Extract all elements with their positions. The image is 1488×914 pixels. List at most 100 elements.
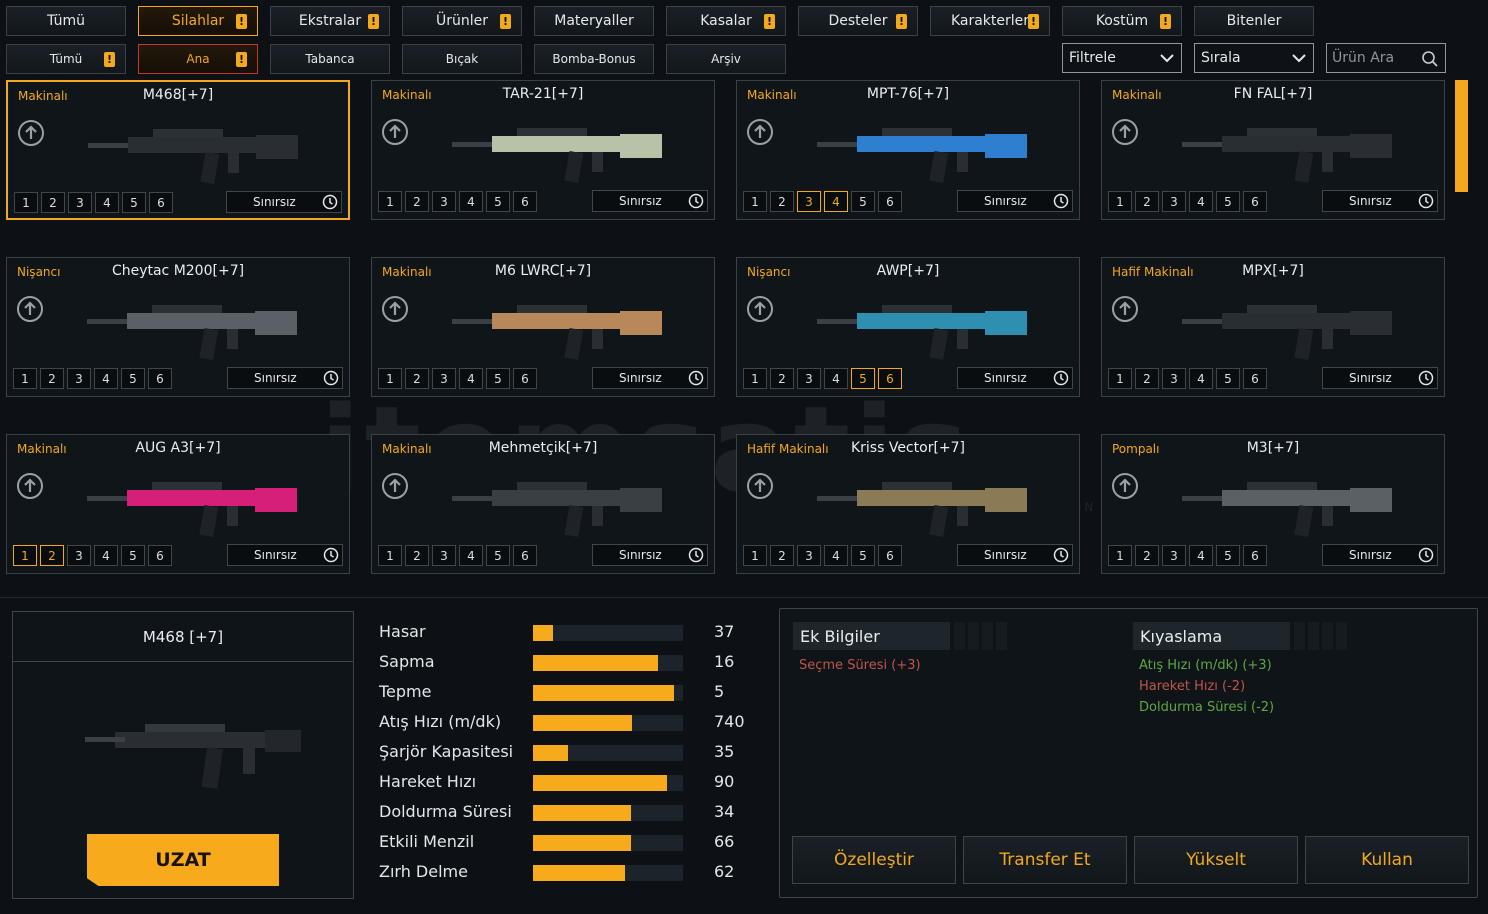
slot-1[interactable]: 1 [1108,545,1132,566]
slot-2[interactable]: 2 [40,545,64,566]
slot-5[interactable]: 5 [1216,545,1240,566]
search-input[interactable]: Ürün Ara [1326,43,1446,73]
slot-6[interactable]: 6 [149,192,173,213]
slot-2[interactable]: 2 [405,545,429,566]
upgrade-button[interactable]: Yükselt [1134,836,1298,884]
upgrade-arrow-icon[interactable] [1111,118,1139,146]
subtab-0[interactable]: Tümü! [6,44,126,74]
slot-2[interactable]: 2 [405,191,429,212]
upgrade-arrow-icon[interactable] [1111,295,1139,323]
subtab-2[interactable]: Tabanca [270,44,390,74]
tab-5[interactable]: Kasalar! [666,6,786,36]
slot-3[interactable]: 3 [1162,191,1186,212]
slot-5[interactable]: 5 [851,191,875,212]
slot-1[interactable]: 1 [13,545,37,566]
slot-4[interactable]: 4 [95,192,119,213]
slot-2[interactable]: 2 [41,192,65,213]
slot-3[interactable]: 3 [797,545,821,566]
slot-1[interactable]: 1 [1108,368,1132,389]
slot-4[interactable]: 4 [459,368,483,389]
slot-1[interactable]: 1 [743,191,767,212]
slot-5[interactable]: 5 [486,191,510,212]
slot-5[interactable]: 5 [486,545,510,566]
item-card[interactable]: Makinalı AUG A3[+7] 1 2 3 4 5 6 Sınırsız [6,434,350,574]
upgrade-arrow-icon[interactable] [381,472,409,500]
upgrade-arrow-icon[interactable] [746,295,774,323]
slot-3[interactable]: 3 [68,192,92,213]
scrollbar-thumb[interactable] [1455,80,1468,192]
tab-7[interactable]: Karakterler! [930,6,1050,36]
slot-6[interactable]: 6 [1243,368,1267,389]
slot-5[interactable]: 5 [122,192,146,213]
slot-1[interactable]: 1 [743,368,767,389]
slot-6[interactable]: 6 [148,545,172,566]
slot-1[interactable]: 1 [378,368,402,389]
slot-3[interactable]: 3 [797,368,821,389]
subtab-1[interactable]: Ana! [138,44,258,74]
subtab-5[interactable]: Arşiv [666,44,786,74]
slot-5[interactable]: 5 [121,545,145,566]
customize-button[interactable]: Özelleştir [792,836,956,884]
slot-2[interactable]: 2 [1135,191,1159,212]
upgrade-arrow-icon[interactable] [381,295,409,323]
slot-3[interactable]: 3 [67,368,91,389]
slot-5[interactable]: 5 [1216,368,1240,389]
slot-5[interactable]: 5 [851,368,875,389]
item-card[interactable]: Makinalı M468[+7] 1 2 3 4 5 6 Sınırsız [6,80,350,220]
item-card[interactable]: Pompalı M3[+7] 1 2 3 4 5 6 Sınırsız [1101,434,1445,574]
slot-4[interactable]: 4 [1189,191,1213,212]
item-card[interactable]: Makinalı M6 LWRC[+7] 1 2 3 4 5 6 Sınırsız [371,257,715,397]
slot-3[interactable]: 3 [432,545,456,566]
use-button[interactable]: Kullan [1305,836,1469,884]
slot-4[interactable]: 4 [459,191,483,212]
subtab-4[interactable]: Bomba-Bonus [534,44,654,74]
slot-2[interactable]: 2 [770,191,794,212]
item-card[interactable]: Hafif Makinalı Kriss Vector[+7] 1 2 3 4 5 6 Sını… [736,434,1080,574]
upgrade-arrow-icon[interactable] [746,118,774,146]
slot-4[interactable]: 4 [94,545,118,566]
slot-1[interactable]: 1 [378,545,402,566]
tab-9[interactable]: Bitenler [1194,6,1314,36]
slot-4[interactable]: 4 [1189,368,1213,389]
slot-6[interactable]: 6 [513,191,537,212]
slot-3[interactable]: 3 [1162,368,1186,389]
slot-3[interactable]: 3 [797,191,821,212]
filter-dropdown[interactable]: Filtrele [1062,43,1182,73]
extend-button[interactable]: UZAT [87,834,279,886]
slot-4[interactable]: 4 [1189,545,1213,566]
slot-1[interactable]: 1 [14,192,38,213]
slot-2[interactable]: 2 [1135,368,1159,389]
tab-6[interactable]: Desteler! [798,6,918,36]
slot-3[interactable]: 3 [432,368,456,389]
slot-3[interactable]: 3 [432,191,456,212]
slot-4[interactable]: 4 [94,368,118,389]
slot-4[interactable]: 4 [824,368,848,389]
item-card[interactable]: Makinalı FN FAL[+7] 1 2 3 4 5 6 Sınırsız [1101,80,1445,220]
slot-2[interactable]: 2 [40,368,64,389]
slot-3[interactable]: 3 [1162,545,1186,566]
tab-2[interactable]: Ekstralar! [270,6,390,36]
tab-8[interactable]: Kostüm! [1062,6,1182,36]
slot-1[interactable]: 1 [378,191,402,212]
slot-6[interactable]: 6 [878,368,902,389]
sort-dropdown[interactable]: Sırala [1194,43,1314,73]
slot-5[interactable]: 5 [851,545,875,566]
item-card[interactable]: Nişancı Cheytac M200[+7] 1 2 3 4 5 6 Sınırsız [6,257,350,397]
slot-2[interactable]: 2 [770,368,794,389]
slot-4[interactable]: 4 [824,545,848,566]
upgrade-arrow-icon[interactable] [381,118,409,146]
slot-6[interactable]: 6 [513,368,537,389]
item-card[interactable]: Makinalı MPT-76[+7] 1 2 3 4 5 6 Sınırsız [736,80,1080,220]
upgrade-arrow-icon[interactable] [1111,472,1139,500]
slot-4[interactable]: 4 [459,545,483,566]
slot-1[interactable]: 1 [13,368,37,389]
tab-3[interactable]: Ürünler! [402,6,522,36]
transfer-button[interactable]: Transfer Et [963,836,1127,884]
item-card[interactable]: Hafif Makinalı MPX[+7] 1 2 3 4 5 6 Sınırsız [1101,257,1445,397]
slot-2[interactable]: 2 [405,368,429,389]
slot-5[interactable]: 5 [486,368,510,389]
slot-5[interactable]: 5 [1216,191,1240,212]
item-card[interactable]: Nişancı AWP[+7] 1 2 3 4 5 6 Sınırsız [736,257,1080,397]
upgrade-arrow-icon[interactable] [16,472,44,500]
slot-6[interactable]: 6 [513,545,537,566]
